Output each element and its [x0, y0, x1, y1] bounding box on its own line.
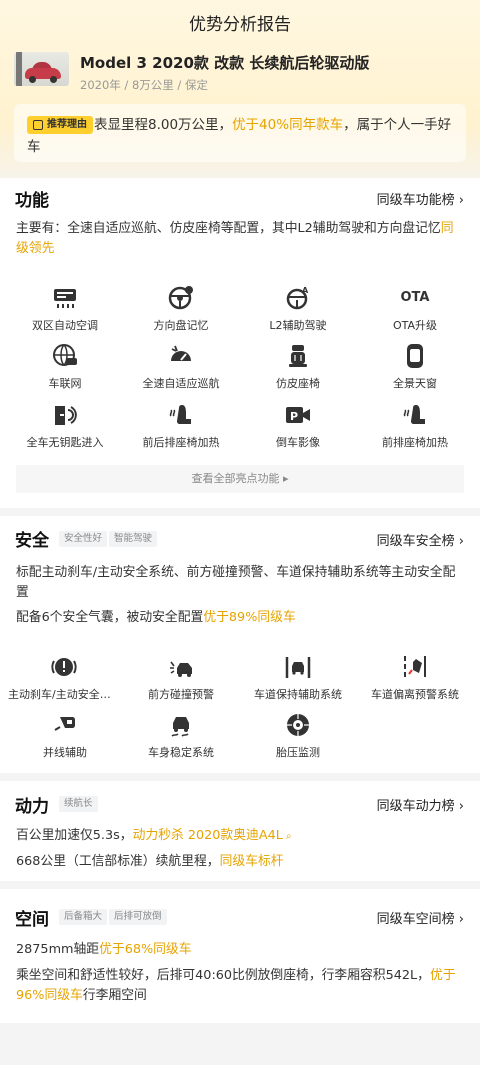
power-tag: 续航长: [59, 796, 98, 812]
safety-desc: 标配主动刹车/主动安全系统、前方碰撞预警、车道保持辅助系统等主动安全配置: [16, 565, 456, 600]
feature-item[interactable]: 车联网: [10, 343, 120, 391]
function-desc: 主要有：全速自适应巡航、仿皮座椅等配置，其中L2辅助驾驶和方向盘记忆同级领先: [16, 221, 454, 256]
seat-heating-icon: [169, 405, 191, 424]
connected-car-icon: [53, 344, 77, 366]
ota-icon: OTA: [400, 290, 430, 305]
feature-item[interactable]: P 倒车影像: [243, 402, 353, 450]
front-seat-heating-icon: [403, 405, 425, 424]
safety-desc-passive: 配备6个安全气囊，被动安全配置优于89%同级车: [16, 610, 296, 625]
stability-icon: [171, 717, 189, 737]
collision-warning-icon: [170, 661, 192, 677]
power-rank-link[interactable]: 同级车动力榜 ›: [377, 795, 464, 814]
sunroof-icon: [407, 344, 423, 368]
function-title: 功能: [15, 191, 49, 211]
car-meta: 2020年 / 8万公里 / 保定: [80, 78, 208, 92]
safety-rank-link[interactable]: 同级车安全榜 ›: [377, 530, 464, 549]
keyless-door-icon: [55, 406, 77, 425]
feature-item[interactable]: 全景天窗: [360, 343, 470, 391]
feature-item[interactable]: 主动刹车/主动安全系统: [8, 654, 120, 702]
feature-item[interactable]: A L2辅助驾驶: [243, 285, 353, 333]
reverse-camera-icon: P: [286, 407, 310, 423]
power-title: 动力: [15, 797, 49, 817]
report-header: 优势分析报告 Model 3 2020款 改款 长续航后轮驱动版 2020年 /…: [0, 0, 480, 178]
space-comfort: 乘坐空间和舒适性较好，后排可40:60比例放倒座椅，行李厢容积542L，优于96…: [16, 968, 456, 1003]
function-rank-link[interactable]: 同级车功能榜 ›: [377, 189, 464, 208]
tire-pressure-icon: [287, 714, 309, 736]
cruise-icon: [171, 345, 191, 361]
svg-text:A: A: [302, 286, 309, 295]
safety-tag: 智能驾驶: [109, 531, 158, 547]
space-title: 空间: [15, 910, 49, 930]
assisted-driving-icon: A: [286, 286, 309, 310]
lane-departure-icon: [404, 656, 426, 677]
see-all-features-button[interactable]: 查看全部亮点功能 ▸: [16, 465, 464, 493]
car-thumbnail[interactable]: [14, 52, 69, 86]
space-wheelbase: 2875mm轴距优于68%同级车: [16, 942, 192, 957]
recommend-box: 表显里程8.00万公里，优于40%同年款车，属于个人一手好车 推荐理由: [14, 104, 466, 162]
feature-item[interactable]: 车道偏离预警系统: [360, 654, 470, 702]
safety-title: 安全: [15, 531, 49, 551]
feature-item[interactable]: 车身稳定系统: [126, 712, 236, 760]
brake-icon: [51, 658, 77, 676]
feature-item[interactable]: 胎压监测: [243, 712, 353, 760]
power-accel: 百公里加速仅5.3s，动力秒杀 2020款奥迪A4L ⌕: [16, 828, 292, 843]
safety-tag: 安全性好: [59, 531, 108, 547]
page-title: 优势分析报告: [189, 15, 291, 35]
feature-item[interactable]: 仿皮座椅: [243, 343, 353, 391]
blind-spot-icon: [54, 717, 75, 731]
feature-item[interactable]: 前排座椅加热: [360, 402, 470, 450]
thumbs-up-icon: [33, 120, 43, 130]
feature-item[interactable]: 方向盘记忆: [126, 285, 236, 333]
feature-item[interactable]: 前方碰撞预警: [126, 654, 236, 702]
feature-item[interactable]: 前后排座椅加热: [126, 402, 236, 450]
search-icon[interactable]: ⌕: [283, 831, 292, 842]
car-name: Model 3 2020款 改款 长续航后轮驱动版: [80, 54, 370, 72]
steering-wheel-icon: [168, 286, 193, 310]
feature-item[interactable]: 全速自适应巡航: [126, 343, 236, 391]
feature-item[interactable]: 并线辅助: [10, 712, 120, 760]
lane-keep-icon: [285, 657, 311, 678]
svg-text:P: P: [290, 410, 298, 423]
ac-icon: [54, 289, 76, 308]
feature-item[interactable]: 双区自动空调: [10, 285, 120, 333]
feature-item[interactable]: 车道保持辅助系统: [243, 654, 353, 702]
space-tag: 后备箱大: [59, 909, 108, 925]
power-range: 668公里（工信部标准）续航里程，同级车标杆: [16, 854, 284, 869]
leather-seat-icon: [289, 345, 307, 367]
space-tag: 后排可放倒: [109, 909, 167, 925]
space-rank-link[interactable]: 同级车空间榜 ›: [377, 908, 464, 927]
recommend-badge: 推荐理由: [27, 116, 93, 134]
feature-item[interactable]: OTA OTA升级: [360, 285, 470, 333]
feature-item[interactable]: 全车无钥匙进入: [10, 402, 120, 450]
